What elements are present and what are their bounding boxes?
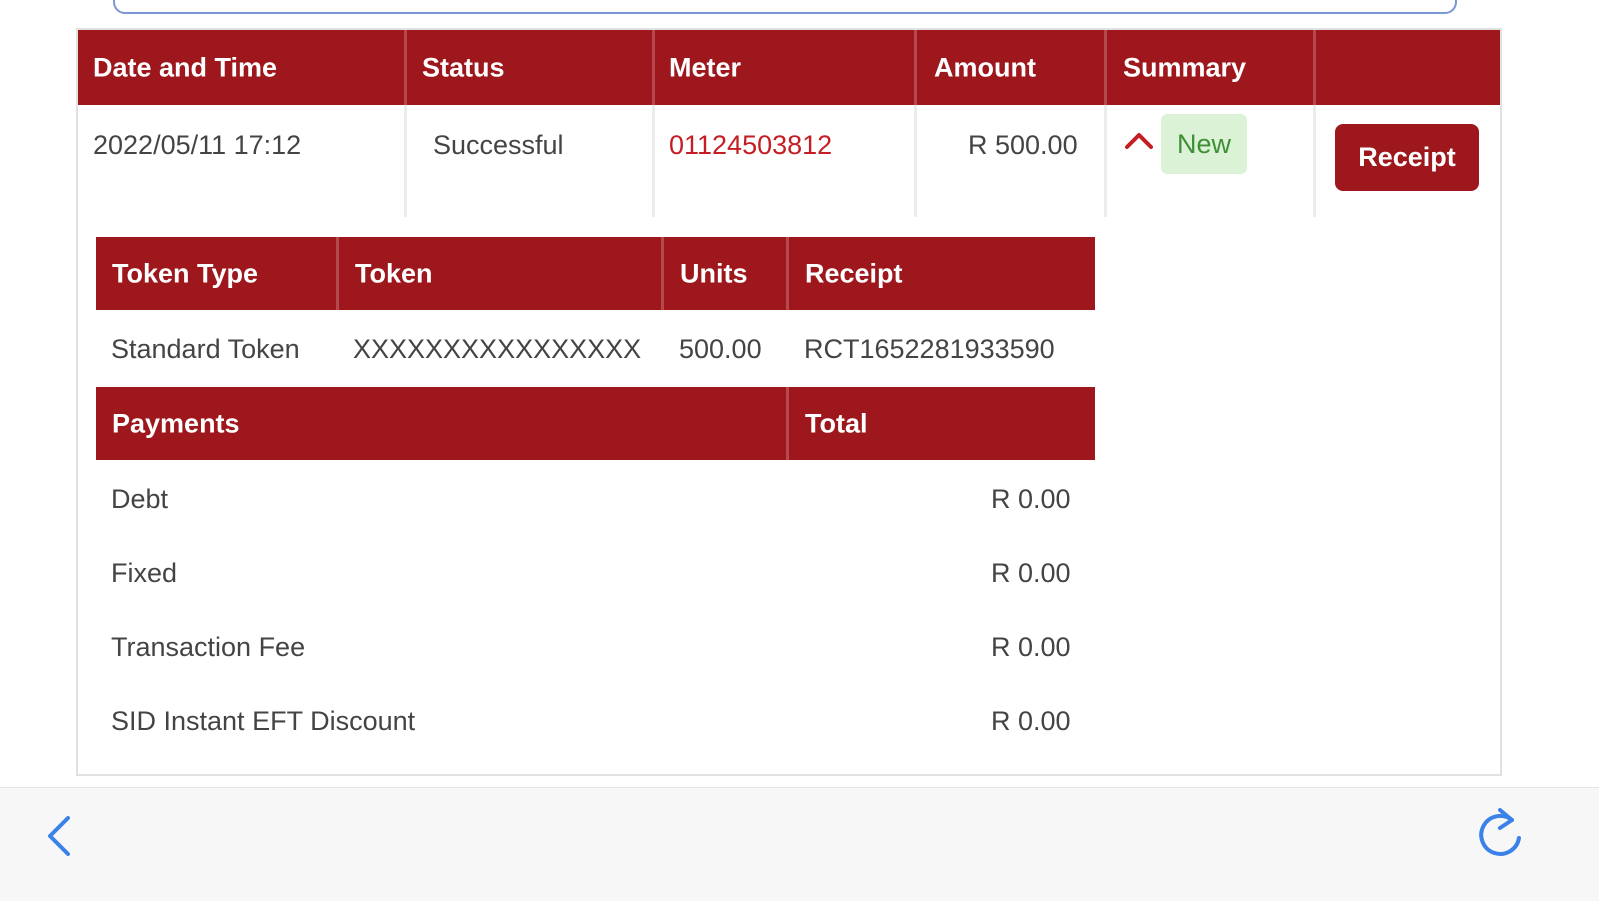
row-divider xyxy=(1313,105,1316,217)
payment-label: Fixed xyxy=(111,558,178,588)
header-divider xyxy=(336,237,339,310)
transaction-amount: R 500.00 xyxy=(968,130,1078,160)
token-header-row: Token Type Token Units Receipt xyxy=(96,237,1095,310)
payment-total: R 0.00 xyxy=(991,632,1071,662)
header-receipt: Receipt xyxy=(805,258,903,288)
row-divider xyxy=(914,105,917,217)
header-divider xyxy=(1313,30,1316,105)
header-status: Status xyxy=(422,52,505,82)
header-amount: Amount xyxy=(934,52,1036,82)
transaction-date-time: 2022/05/11 17:12 xyxy=(93,130,302,160)
chevron-up-icon[interactable] xyxy=(1124,130,1154,150)
header-divider xyxy=(661,237,664,310)
payment-label: Debt xyxy=(111,484,169,514)
payment-label: SID Instant EFT Discount xyxy=(111,706,416,736)
status-badge-new: New xyxy=(1161,114,1247,174)
chevron-left-icon[interactable] xyxy=(40,812,80,860)
token-value: XXXXXXXXXXXXXXXX xyxy=(353,334,642,364)
browser-bottom-toolbar xyxy=(0,787,1599,901)
header-divider xyxy=(1104,30,1107,105)
header-divider xyxy=(404,30,407,105)
transaction-meter-link[interactable]: 01124503812 xyxy=(669,130,832,161)
header-payments: Payments xyxy=(112,408,240,438)
payment-total: R 0.00 xyxy=(991,558,1071,588)
row-divider xyxy=(652,105,655,217)
header-units: Units xyxy=(680,258,748,288)
header-divider xyxy=(786,387,789,460)
header-total: Total xyxy=(805,408,868,438)
header-token: Token xyxy=(355,258,433,288)
payment-total: R 0.00 xyxy=(991,706,1071,736)
reload-icon[interactable] xyxy=(1474,806,1526,862)
search-field-outline[interactable] xyxy=(113,0,1457,14)
token-type-value: Standard Token xyxy=(111,334,300,364)
header-divider xyxy=(786,237,789,310)
header-divider xyxy=(652,30,655,105)
transactions-header-row: Date and Time Status Meter Amount Summar… xyxy=(78,30,1500,105)
receipt-button[interactable]: Receipt xyxy=(1335,124,1479,191)
header-summary: Summary xyxy=(1123,52,1247,82)
row-divider xyxy=(404,105,407,217)
header-token-type: Token Type xyxy=(112,258,259,288)
header-meter: Meter xyxy=(669,52,742,82)
header-date-time: Date and Time xyxy=(93,52,278,82)
row-divider xyxy=(1104,105,1107,217)
payment-label: Transaction Fee xyxy=(111,632,306,662)
header-divider xyxy=(914,30,917,105)
transaction-status: Successful xyxy=(433,130,564,160)
payments-header-row: Payments Total xyxy=(96,387,1095,460)
payment-total: R 0.00 xyxy=(991,484,1071,514)
units-value: 500.00 xyxy=(679,334,762,364)
receipt-number: RCT1652281933590 xyxy=(804,334,1055,364)
